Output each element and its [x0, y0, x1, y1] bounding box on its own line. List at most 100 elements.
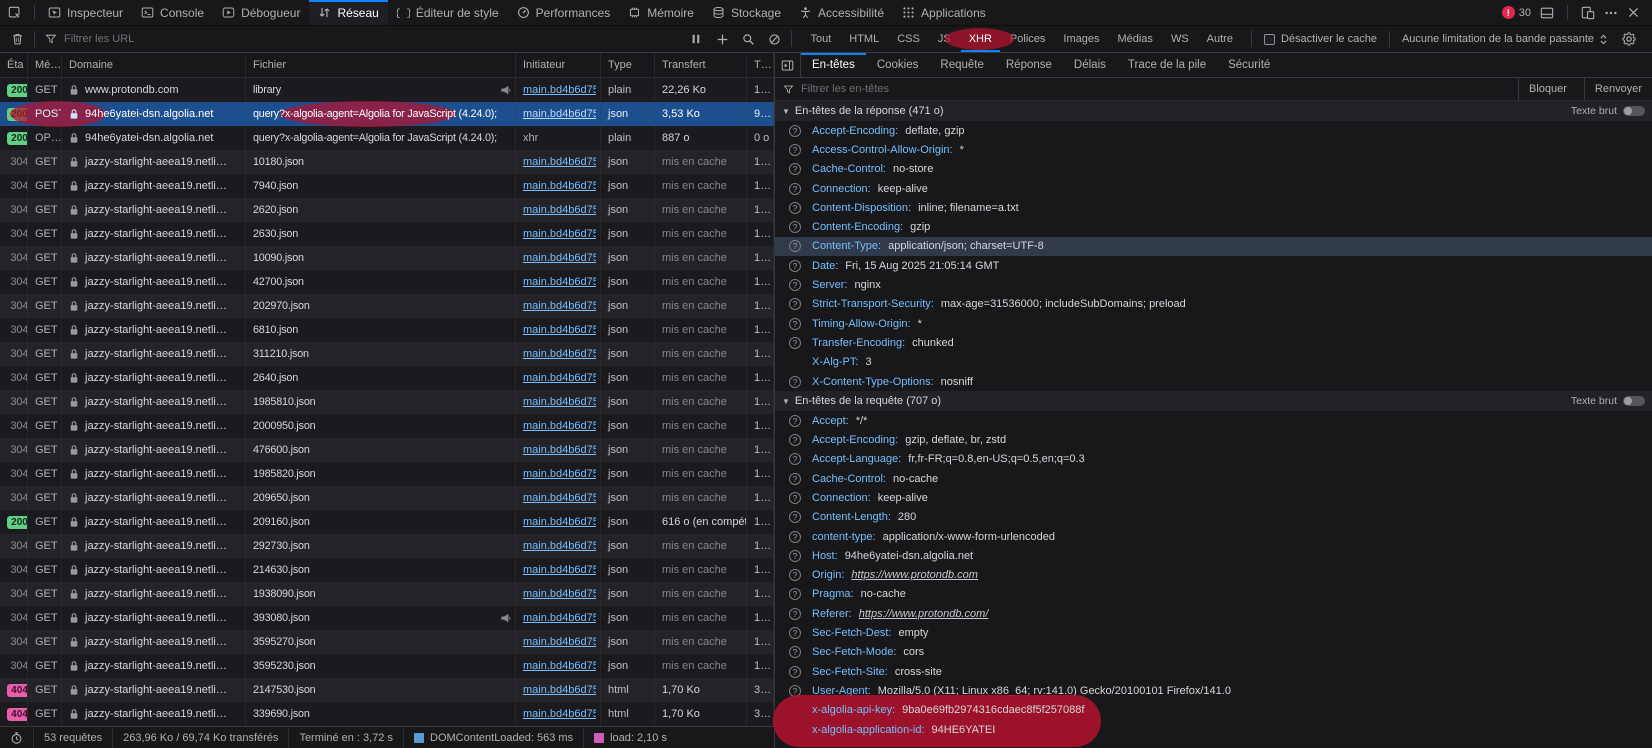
column-header-t-[interactable]: T…	[747, 53, 774, 77]
request-row[interactable]: 304GETjazzy-starlight-aeea19.netli…2640.…	[0, 366, 774, 390]
request-row[interactable]: 304GETjazzy-starlight-aeea19.netli…29273…	[0, 534, 774, 558]
header-info-icon[interactable]: ?	[789, 473, 801, 485]
initiator-link[interactable]: main.bd4b6d75.j…	[523, 636, 596, 648]
header-info-icon[interactable]: ?	[789, 685, 801, 697]
column-header-domaine[interactable]: Domaine	[62, 53, 246, 77]
header-row-user-agent[interactable]: ?User-Agent:Mozilla/5.0 (X11; Linux x86_…	[775, 681, 1652, 700]
request-filter-tout[interactable]: Tout	[802, 26, 839, 52]
initiator-link[interactable]: main.bd4b6d75.j…	[523, 492, 596, 504]
initiator-link[interactable]: main.bd4b6d75.j…	[523, 444, 596, 456]
header-row-content-length[interactable]: ?Content-Length:280	[775, 508, 1652, 527]
block-url-icon[interactable]	[761, 26, 787, 52]
header-row-sec-fetch-dest[interactable]: ?Sec-Fetch-Dest:empty	[775, 623, 1652, 642]
request-filter-polices[interactable]: Polices	[1002, 26, 1053, 52]
url-filter-input[interactable]: Filtrer les URL	[39, 33, 683, 45]
header-row-pragma[interactable]: ?Pragma:no-cache	[775, 585, 1652, 604]
header-row-content-type[interactable]: ?Content-Type:application/json; charset=…	[775, 237, 1652, 256]
initiator-link[interactable]: main.bd4b6d75.j…	[523, 84, 596, 96]
request-row[interactable]: 404GETjazzy-starlight-aeea19.netli…21475…	[0, 678, 774, 702]
initiator-link[interactable]: main.bd4b6d75.j…	[523, 564, 596, 576]
details-tab-en-tetes[interactable]: En-têtes	[801, 53, 866, 77]
header-info-icon[interactable]: ?	[789, 531, 801, 543]
header-info-icon[interactable]: ?	[789, 221, 801, 233]
header-row-cache-control[interactable]: ?Cache-Control:no-cache	[775, 469, 1652, 488]
initiator-link[interactable]: main.bd4b6d75.j…	[523, 156, 596, 168]
request-row[interactable]: 304GETjazzy-starlight-aeea19.netli…31121…	[0, 342, 774, 366]
throttle-select[interactable]: Aucune limitation de la bande passante	[1394, 33, 1616, 45]
block-button[interactable]: Bloquer	[1518, 78, 1577, 100]
tab-applications[interactable]: Applications	[893, 0, 995, 25]
meatball-menu-icon[interactable]	[1604, 6, 1618, 20]
initiator-link[interactable]: main.bd4b6d75.j…	[523, 660, 596, 672]
header-info-icon[interactable]: ?	[789, 453, 801, 465]
details-tab-requete[interactable]: Requête	[929, 53, 994, 77]
network-settings-gear-icon[interactable]	[1616, 26, 1642, 52]
initiator-link[interactable]: main.bd4b6d75.j…	[523, 708, 596, 720]
tab-console[interactable]: Console	[132, 0, 213, 25]
request-headers-section-header[interactable]: ▼En-têtes de la requête (707 o)Texte bru…	[775, 391, 1652, 411]
header-info-icon[interactable]: ?	[789, 376, 801, 388]
column-header-initiateur[interactable]: Initiateur	[516, 53, 601, 77]
request-row[interactable]: 304GETjazzy-starlight-aeea19.netli…6810.…	[0, 318, 774, 342]
response-headers-section-header[interactable]: ▼En-têtes de la réponse (471 o)Texte bru…	[775, 101, 1652, 121]
initiator-link[interactable]: main.bd4b6d75.j…	[523, 252, 596, 264]
request-row[interactable]: 304GETjazzy-starlight-aeea19.netli…19858…	[0, 462, 774, 486]
request-row[interactable]: 304GETjazzy-starlight-aeea19.netli…10180…	[0, 150, 774, 174]
header-info-icon[interactable]: ?	[789, 511, 801, 523]
tab-performances[interactable]: Performances	[508, 0, 620, 25]
header-info-icon[interactable]: ?	[789, 202, 801, 214]
initiator-link[interactable]: main.bd4b6d75.j…	[523, 516, 596, 528]
raw-text-toggle[interactable]: Texte brut	[1571, 105, 1645, 117]
request-filter-ws[interactable]: WS	[1163, 26, 1197, 52]
header-row-strict-transport-security[interactable]: ?Strict-Transport-Security:max-age=31536…	[775, 295, 1652, 314]
request-row[interactable]: 304GETjazzy-starlight-aeea19.netli…10090…	[0, 246, 774, 270]
details-tab-cookies[interactable]: Cookies	[866, 53, 930, 77]
tab-editeur-de-style[interactable]: { }Éditeur de style	[388, 0, 508, 25]
request-filter-xhr[interactable]: XHR	[961, 26, 1000, 52]
request-row[interactable]: 304GETjazzy-starlight-aeea19.netli…19380…	[0, 582, 774, 606]
header-info-icon[interactable]: ?	[789, 569, 801, 581]
request-row[interactable]: 404GETjazzy-starlight-aeea19.netli…33969…	[0, 702, 774, 726]
initiator-link[interactable]: main.bd4b6d75.j…	[523, 204, 596, 216]
initiator-link[interactable]: main.bd4b6d75.j…	[523, 276, 596, 288]
request-filter-js[interactable]: JS	[930, 26, 959, 52]
request-row[interactable]: 304GETjazzy-starlight-aeea19.netli…39308…	[0, 606, 774, 630]
request-filter-autre[interactable]: Autre	[1199, 26, 1241, 52]
header-info-icon[interactable]: ?	[789, 666, 801, 678]
column-header-eta[interactable]: Éta	[0, 53, 28, 77]
header-info-icon[interactable]: ?	[789, 627, 801, 639]
clear-requests-icon[interactable]	[4, 26, 30, 52]
header-value-link[interactable]: https://www.protondb.com	[851, 569, 978, 581]
header-info-icon[interactable]: ?	[789, 183, 801, 195]
dock-side-icon[interactable]	[1540, 6, 1554, 20]
column-header-me-[interactable]: Mé…	[28, 53, 62, 77]
column-header-fichier[interactable]: Fichier	[246, 53, 516, 77]
request-row[interactable]: 304GETjazzy-starlight-aeea19.netli…47660…	[0, 438, 774, 462]
tab-debogueur[interactable]: Débogueur	[213, 0, 309, 25]
initiator-link[interactable]: main.bd4b6d75.j…	[523, 228, 596, 240]
header-row-date[interactable]: ?Date:Fri, 15 Aug 2025 21:05:14 GMT	[775, 256, 1652, 275]
header-row-cache-control[interactable]: ?Cache-Control:no-store	[775, 160, 1652, 179]
header-info-icon[interactable]: ?	[789, 240, 801, 252]
header-row-content-type[interactable]: ?content-type:application/x-www-form-url…	[775, 527, 1652, 546]
header-row-accept-encoding[interactable]: ?Accept-Encoding:deflate, gzip	[775, 121, 1652, 140]
request-row[interactable]: 304GETjazzy-starlight-aeea19.netli…42700…	[0, 270, 774, 294]
raw-toggle-switch[interactable]	[1623, 396, 1645, 406]
header-row-origin[interactable]: ?Origin:https://www.protondb.com	[775, 566, 1652, 585]
initiator-link[interactable]: main.bd4b6d75.j…	[523, 468, 596, 480]
tab-accessibilite[interactable]: Accessibilité	[790, 0, 893, 25]
request-filter-html[interactable]: HTML	[841, 26, 887, 52]
header-row-accept-language[interactable]: ?Accept-Language:fr,fr-FR;q=0.8,en-US;q=…	[775, 450, 1652, 469]
request-row[interactable]: 200OP…94he6yatei-dsn.algolia.netquery?x-…	[0, 126, 774, 150]
split-panel-toggle-icon[interactable]	[775, 53, 801, 77]
raw-text-toggle[interactable]: Texte brut	[1571, 395, 1645, 407]
header-info-icon[interactable]: ?	[789, 260, 801, 272]
request-row[interactable]: 304GETjazzy-starlight-aeea19.netli…21463…	[0, 558, 774, 582]
search-icon[interactable]	[735, 26, 761, 52]
initiator-link[interactable]: main.bd4b6d75.j…	[523, 180, 596, 192]
header-row-accept-encoding[interactable]: ?Accept-Encoding:gzip, deflate, br, zstd	[775, 430, 1652, 449]
initiator-link[interactable]: main.bd4b6d75.j…	[523, 420, 596, 432]
initiator-link[interactable]: main.bd4b6d75.j…	[523, 324, 596, 336]
request-row[interactable]: 304GETjazzy-starlight-aeea19.netli…35952…	[0, 654, 774, 678]
header-info-icon[interactable]: ?	[789, 588, 801, 600]
